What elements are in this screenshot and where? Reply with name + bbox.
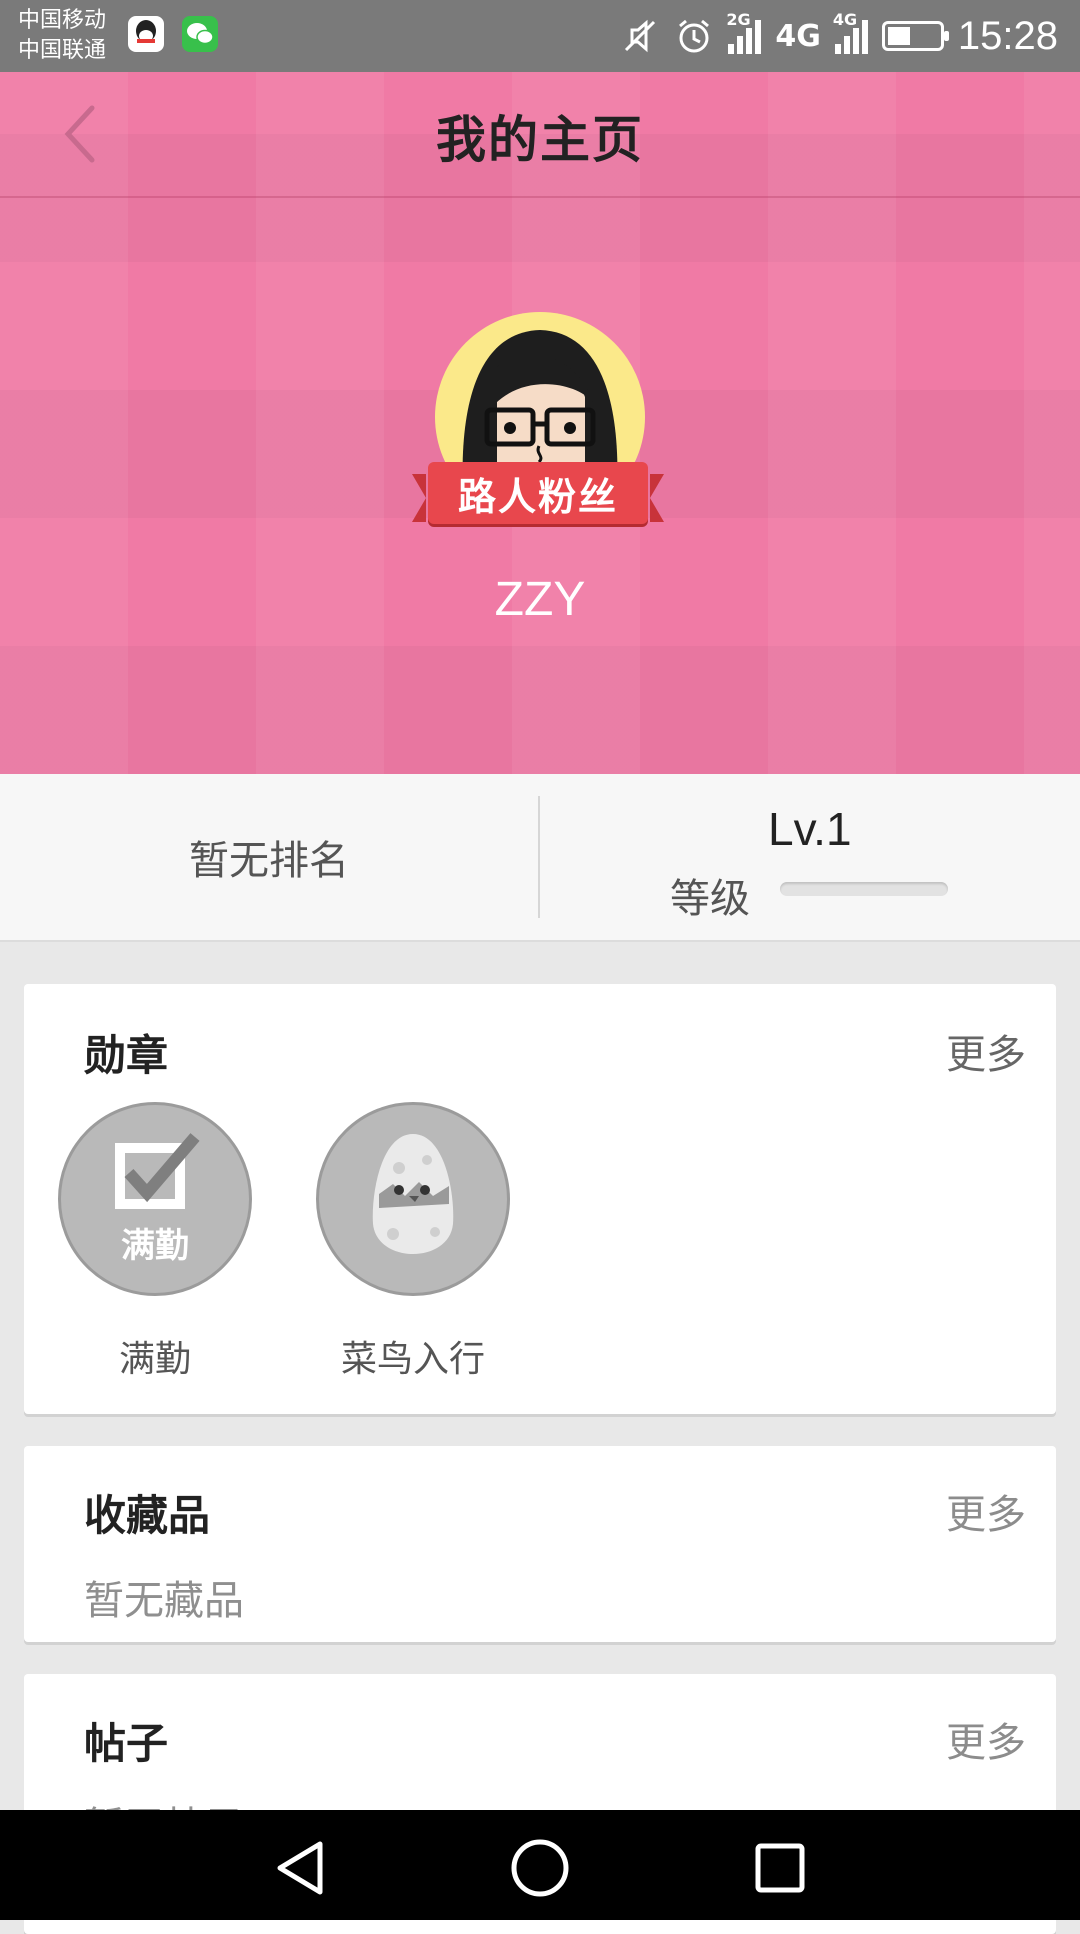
collections-card: 收藏品 更多 暂无藏品 xyxy=(24,1446,1056,1642)
nav-back-button[interactable] xyxy=(260,1828,340,1908)
qq-icon xyxy=(128,16,164,52)
medals-more-button[interactable]: 更多 xyxy=(946,1022,1026,1080)
system-nav-bar xyxy=(0,1810,1080,1920)
net-4g-icon: 4G xyxy=(775,18,821,54)
battery-level xyxy=(887,27,911,45)
collections-title: 收藏品 xyxy=(84,1491,211,1540)
fan-level-badge: 路人粉丝 xyxy=(412,462,664,524)
medal-label: 满勤 xyxy=(118,1339,191,1380)
clock: 15:28 xyxy=(957,13,1058,58)
username: ZZY xyxy=(494,573,586,626)
carrier-1: 中国移动 xyxy=(18,8,107,33)
triangle-back-icon xyxy=(277,1841,323,1895)
alarm-icon xyxy=(674,16,714,56)
medals-title: 勋章 xyxy=(84,1031,169,1080)
collections-more-button[interactable]: 更多 xyxy=(946,1482,1026,1540)
net-type-2: 4G xyxy=(775,18,821,54)
signal-2g-icon: 2G xyxy=(726,10,762,54)
net-type-1: 2G xyxy=(726,10,751,29)
level-value: Lv.1 xyxy=(768,803,852,855)
level-progress-bar xyxy=(780,882,948,896)
checkbox-medal-icon[interactable]: 满勤 xyxy=(58,1102,252,1296)
net-type-3: 4G xyxy=(832,10,858,29)
collections-empty-text: 暂无藏品 xyxy=(84,1578,244,1624)
signal-4g-icon: 4G xyxy=(833,10,868,54)
carrier-2: 中国联通 xyxy=(18,38,107,63)
egg-chick-medal-icon[interactable] xyxy=(316,1102,510,1296)
nav-home-button[interactable] xyxy=(500,1828,580,1908)
square-recents-icon xyxy=(755,1843,805,1893)
mute-icon xyxy=(620,16,660,56)
posts-more-button[interactable]: 更多 xyxy=(946,1710,1026,1768)
top-bar: 我的主页 xyxy=(0,72,1080,198)
rank-text[interactable]: 暂无排名 xyxy=(0,774,538,940)
profile-header: 我的主页 路人粉丝 ZZY xyxy=(0,72,1080,774)
medal-text: 满勤 xyxy=(121,1226,189,1266)
battery-icon xyxy=(881,21,949,51)
stats-row: 暂无排名 Lv.1 等级 xyxy=(0,774,1080,942)
circle-home-icon xyxy=(511,1839,569,1897)
page-title: 我的主页 xyxy=(436,111,644,169)
medals-card: 勋章 更多 满勤 满勤 菜鸟入行 xyxy=(24,984,1056,1414)
level-label: 等级 xyxy=(670,876,750,922)
status-bar: 中国移动 中国联通 2G 4G 4G 15:28 xyxy=(0,0,1080,72)
medal-label: 菜鸟入行 xyxy=(340,1339,485,1380)
carrier-labels: 中国移动 中国联通 xyxy=(18,6,106,66)
nav-recents-button[interactable] xyxy=(740,1828,820,1908)
posts-title: 帖子 xyxy=(84,1719,169,1768)
wechat-icon xyxy=(182,16,218,52)
stats-divider xyxy=(538,796,540,918)
